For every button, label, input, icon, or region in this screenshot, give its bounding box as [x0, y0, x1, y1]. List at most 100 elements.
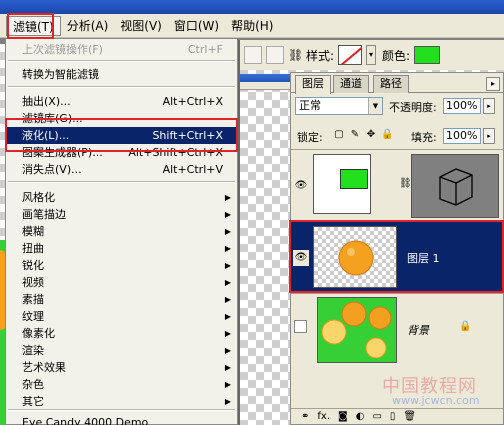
- lock-label: 锁定:: [297, 131, 323, 144]
- opacity-input[interactable]: 100%: [443, 98, 481, 114]
- lock-all-icon[interactable]: 🔒: [381, 129, 393, 141]
- adjustment-icon[interactable]: ◐: [356, 411, 365, 422]
- submenu-arrow-icon: ▶: [224, 295, 231, 304]
- menu-item-submenu[interactable]: 像素化 ▶: [6, 325, 237, 342]
- menu-item-convert-smart-filter[interactable]: 转换为智能滤镜: [6, 66, 237, 83]
- submenu-arrow-icon: ▶: [224, 329, 231, 338]
- menu-item-label: 画笔描边: [22, 208, 66, 221]
- menu-item-label: 扭曲: [22, 242, 44, 255]
- link-icon[interactable]: ⛓: [288, 48, 303, 62]
- menu-item-label: 其它: [22, 395, 44, 408]
- style-dropdown-arrow-icon[interactable]: ▾: [366, 45, 377, 65]
- menu-separator: [8, 181, 235, 183]
- menu-item-submenu[interactable]: 视频 ▶: [6, 274, 237, 291]
- mask-icon[interactable]: ◙: [338, 411, 348, 422]
- submenu-arrow-icon: ▶: [224, 397, 231, 406]
- menu-item-label: 风格化: [22, 191, 55, 204]
- menu-item-vanishing-point[interactable]: 消失点(V)... Alt+Ctrl+V: [6, 161, 237, 178]
- tab-layers[interactable]: 图层: [295, 75, 331, 94]
- fill-slider-arrow-icon[interactable]: ▸: [483, 128, 495, 144]
- group-icon[interactable]: ▭: [372, 411, 381, 422]
- menu-help[interactable]: 帮助(H): [225, 16, 279, 36]
- menu-item-submenu[interactable]: 锐化 ▶: [6, 257, 237, 274]
- link-icon[interactable]: ⛓: [399, 178, 412, 189]
- menu-item-label: 视频: [22, 276, 44, 289]
- vector-mask-thumbnail[interactable]: [411, 154, 499, 218]
- annotation-box-filter-menu: [7, 13, 54, 39]
- menu-item-label: 渲染: [22, 344, 44, 357]
- options-bar: ⛓ 样式: ▾ 颜色:: [238, 40, 504, 70]
- submenu-arrow-icon: ▶: [224, 346, 231, 355]
- visibility-eye-icon[interactable]: 👁: [293, 178, 309, 194]
- filter-menu: 上次滤镜操作(F) Ctrl+F 转换为智能滤镜 抽出(X)... Alt+Ctrl…: [5, 38, 238, 425]
- submenu-arrow-icon: ▶: [224, 363, 231, 372]
- menu-view[interactable]: 视图(V): [114, 16, 168, 36]
- menu-window[interactable]: 窗口(W): [168, 16, 225, 36]
- menu-item-label: 锐化: [22, 259, 44, 272]
- submenu-arrow-icon: ▶: [224, 312, 231, 321]
- cube-icon: [439, 168, 473, 206]
- panel-menu-icon[interactable]: ▸: [486, 77, 500, 91]
- new-layer-icon[interactable]: ▯: [390, 411, 396, 422]
- menu-item-submenu[interactable]: 渲染 ▶: [6, 342, 237, 359]
- document-titlebar[interactable]: [238, 74, 290, 82]
- lock-position-icon[interactable]: ✥: [365, 129, 377, 141]
- menu-item-extract[interactable]: 抽出(X)... Alt+Ctrl+X: [6, 93, 237, 110]
- layer-row-background[interactable]: 背景 🔒: [291, 293, 503, 365]
- layer-row-shape[interactable]: 👁 ⛓: [291, 149, 503, 221]
- shape-combine-button[interactable]: [266, 46, 284, 64]
- menu-item-label: 像素化: [22, 327, 55, 340]
- tab-channels[interactable]: 通道: [333, 75, 369, 93]
- menu-item-label: 纹理: [22, 310, 44, 323]
- menu-item-submenu[interactable]: 扭曲 ▶: [6, 240, 237, 257]
- oranges-image: [321, 301, 392, 359]
- menu-item-submenu[interactable]: 杂色 ▶: [6, 376, 237, 393]
- layer-name[interactable]: 背景: [407, 322, 429, 338]
- layer-thumbnail: [313, 154, 371, 214]
- window-titlebar: [0, 0, 504, 14]
- lock-pixels-icon[interactable]: ✎: [349, 129, 361, 141]
- panel-tabs: 图层 通道 路径 ▸: [291, 75, 503, 94]
- fill-label: 填充:: [411, 131, 437, 144]
- menu-analysis[interactable]: 分析(A): [61, 16, 115, 36]
- fill-input[interactable]: 100%: [443, 128, 481, 144]
- lock-options: ▢ ✎ ✥ 🔒: [333, 129, 393, 141]
- visibility-toggle[interactable]: [294, 320, 307, 333]
- layer-thumbnail: [317, 297, 397, 363]
- menu-item-submenu[interactable]: 素描 ▶: [6, 291, 237, 308]
- menu-item-label: 艺术效果: [22, 361, 66, 374]
- style-label: 样式:: [306, 48, 335, 63]
- style-picker[interactable]: [338, 45, 363, 65]
- menu-separator: [8, 409, 235, 411]
- chevron-down-icon: ▼: [368, 98, 382, 114]
- layers-panel-footer: ⚭ fx. ◙ ◐ ▭ ▯ 🗑: [291, 408, 503, 424]
- color-swatch[interactable]: [414, 46, 441, 64]
- lock-transparency-icon[interactable]: ▢: [333, 129, 345, 141]
- menu-item-last-filter[interactable]: 上次滤镜操作(F) Ctrl+F: [6, 41, 237, 58]
- trash-icon[interactable]: 🗑: [403, 411, 416, 422]
- menu-item-submenu[interactable]: 画笔描边 ▶: [6, 206, 237, 223]
- annotation-box-liquify: [5, 118, 238, 152]
- menu-bar: 滤镜(T) 分析(A) 视图(V) 窗口(W) 帮助(H): [0, 14, 504, 38]
- shape-mode-button[interactable]: [244, 46, 262, 64]
- menu-item-submenu[interactable]: 纹理 ▶: [6, 308, 237, 325]
- menu-item-label: 杂色: [22, 378, 44, 391]
- menu-item-submenu[interactable]: 风格化 ▶: [6, 189, 237, 206]
- submenu-arrow-icon: ▶: [224, 261, 231, 270]
- opacity-label: 不透明度:: [389, 101, 437, 114]
- menu-separator: [8, 60, 235, 62]
- submenu-arrow-icon: ▶: [224, 193, 231, 202]
- menu-item-submenu[interactable]: 其它 ▶: [6, 393, 237, 410]
- tab-paths[interactable]: 路径: [373, 75, 409, 93]
- menu-item-submenu[interactable]: 模糊 ▶: [6, 223, 237, 240]
- menu-item-label: 素描: [22, 293, 44, 306]
- menu-item-eye-candy[interactable]: Eye Candy 4000 Demo: [6, 414, 237, 425]
- menu-separator: [8, 86, 235, 88]
- annotation-box-layer-1: [289, 220, 504, 293]
- menu-item-label: 模糊: [22, 225, 44, 238]
- link-icon[interactable]: ⚭: [301, 411, 309, 422]
- fx-icon[interactable]: fx.: [317, 411, 330, 422]
- menu-item-submenu[interactable]: 艺术效果 ▶: [6, 359, 237, 376]
- blend-mode-select[interactable]: 正常 ▼: [295, 97, 383, 115]
- opacity-slider-arrow-icon[interactable]: ▸: [483, 98, 495, 114]
